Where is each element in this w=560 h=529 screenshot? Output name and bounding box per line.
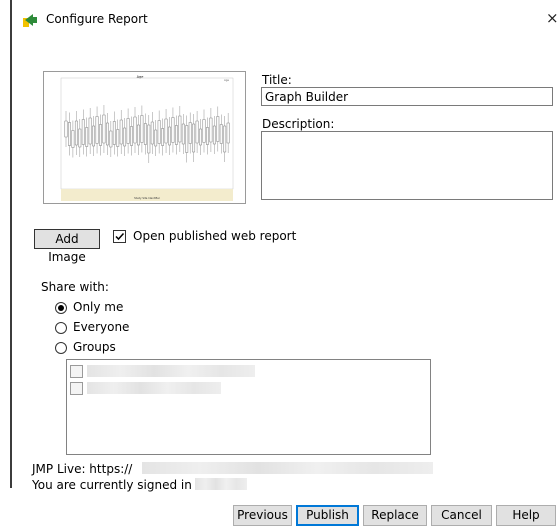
preview-box: [192, 123, 196, 153]
checkmark-icon: [115, 232, 125, 241]
preview-box: [199, 128, 202, 146]
replace-button[interactable]: Replace: [363, 505, 427, 526]
preview-box: [81, 119, 85, 145]
preview-box: [116, 129, 120, 147]
open-published-label: Open published web report: [133, 229, 297, 243]
cancel-button[interactable]: Cancel: [431, 505, 492, 526]
preview-box: [195, 120, 199, 144]
preview-box: [92, 125, 96, 147]
add-image-button[interactable]: Add Image: [34, 229, 100, 264]
preview-box: [223, 125, 227, 153]
radio-only-me[interactable]: [55, 302, 67, 314]
signed-in-label: You are currently signed in as: [32, 478, 210, 492]
redacted-group-name: [87, 365, 255, 377]
preview-box: [212, 125, 216, 145]
preview-box: [123, 127, 127, 147]
preview-box: [202, 119, 206, 143]
preview-box: [188, 122, 192, 144]
redacted-username: [195, 478, 247, 490]
preview-box: [95, 116, 99, 144]
jmp-arrow-icon: [22, 12, 38, 28]
group-checkbox[interactable]: [70, 365, 83, 378]
report-preview-image: Age Age Study Site Identifier: [43, 71, 246, 204]
preview-box: [143, 123, 147, 145]
option-only-me-label: Only me: [73, 300, 124, 314]
redacted-group-name: [87, 382, 221, 394]
preview-chart-title: Age: [137, 75, 144, 79]
close-icon[interactable]: ×: [546, 10, 560, 26]
description-label: Description:: [262, 117, 335, 131]
title-bar: Configure Report ×: [12, 0, 560, 40]
preview-box: [85, 127, 89, 147]
window-title: Configure Report: [46, 12, 148, 26]
preview-box: [112, 121, 116, 145]
preview-box: [137, 124, 140, 146]
jmp-live-url-label: JMP Live: https://: [32, 462, 133, 476]
preview-box: [109, 130, 113, 148]
window-left-border: [0, 0, 12, 488]
preview-box: [206, 127, 209, 145]
publish-button[interactable]: Publish: [296, 505, 359, 526]
preview-box: [161, 128, 165, 146]
preview-chart-legend: Age: [224, 78, 229, 82]
description-input[interactable]: [261, 131, 553, 200]
preview-box: [106, 122, 109, 146]
preview-box: [99, 124, 102, 146]
preview-box: [68, 122, 71, 146]
share-with-label: Share with:: [41, 280, 109, 294]
preview-box: [178, 115, 182, 143]
preview-box: [157, 120, 161, 144]
preview-box: [226, 122, 230, 144]
preview-box: [168, 126, 171, 146]
preview-box: [216, 116, 220, 142]
title-input[interactable]: [261, 87, 553, 106]
preview-box: [140, 115, 144, 143]
radio-selected-dot: [58, 305, 64, 311]
preview-box: [64, 120, 68, 138]
title-label: Title:: [262, 73, 292, 87]
redacted-url: [142, 462, 433, 474]
help-button[interactable]: Help: [496, 505, 556, 526]
preview-box: [130, 126, 133, 146]
preview-box: [102, 114, 106, 144]
preview-box: [133, 116, 137, 144]
preview-box: [78, 128, 82, 148]
preview-box: [171, 117, 175, 143]
group-checkbox[interactable]: [70, 382, 83, 395]
preview-chart: Age Age Study Site Identifier: [44, 72, 245, 203]
preview-box: [164, 118, 168, 144]
preview-box: [154, 129, 158, 147]
option-everyone-label: Everyone: [73, 320, 130, 334]
preview-xlabel: Study Site Identifier: [134, 196, 161, 200]
option-groups-label: Groups: [73, 340, 116, 354]
preview-box: [219, 124, 223, 144]
preview-box: [71, 130, 75, 148]
open-published-checkbox[interactable]: [113, 230, 126, 243]
preview-box: [74, 120, 78, 146]
radio-groups[interactable]: [55, 342, 67, 354]
preview-box: [185, 125, 189, 153]
preview-box: [126, 118, 130, 144]
groups-list[interactable]: [66, 359, 431, 455]
preview-box: [147, 124, 151, 154]
preview-box: [174, 125, 178, 145]
preview-box: [119, 119, 123, 145]
preview-box: [209, 117, 213, 143]
preview-box: [150, 121, 154, 145]
preview-box: [181, 123, 185, 145]
previous-button[interactable]: Previous: [233, 505, 292, 526]
preview-box: [88, 117, 92, 145]
radio-everyone[interactable]: [55, 322, 67, 334]
